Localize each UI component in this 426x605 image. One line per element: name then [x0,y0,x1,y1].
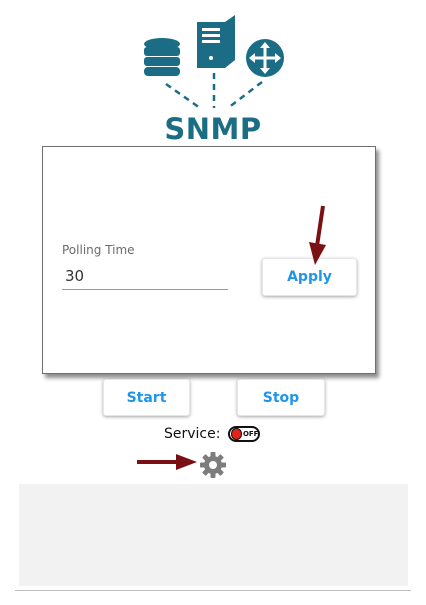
divider [15,590,411,591]
start-button[interactable]: Start [103,379,190,416]
service-toggle[interactable]: OFF [228,426,261,442]
output-panel [19,484,408,586]
service-state: OFF [242,430,259,438]
database-icon [144,38,180,76]
arrow-annotation-apply [309,205,326,265]
status-dot-icon [231,428,242,440]
server-icon [197,15,235,68]
gear-icon[interactable] [199,451,227,479]
snmp-title: SNMP [164,112,262,146]
connector-lines [165,73,263,110]
arrow-annotation-gear [137,454,197,470]
service-label: Service: [164,426,221,442]
service-status: Service: OFF [164,424,261,444]
polling-time-input[interactable] [62,262,228,290]
router-icon [246,39,284,77]
polling-time-label: Polling Time [62,243,135,257]
stop-button[interactable]: Stop [237,379,325,416]
